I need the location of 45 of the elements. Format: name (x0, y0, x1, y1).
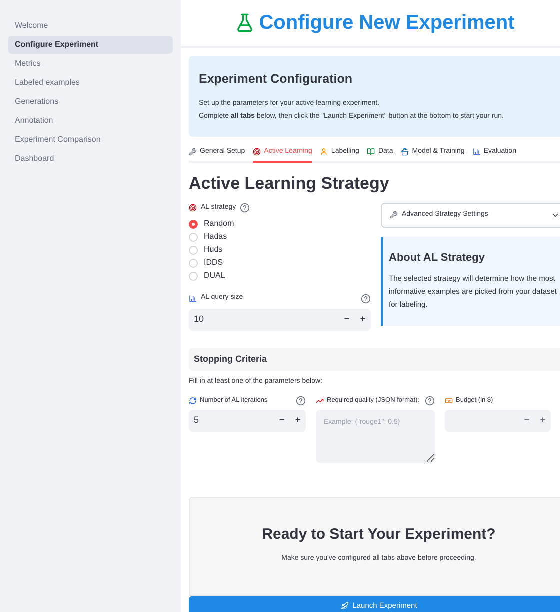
input-value: 10 (193, 313, 206, 326)
refresh-icon (189, 396, 197, 405)
trend-chart-icon (316, 396, 324, 405)
bar-chart-icon (472, 148, 481, 156)
radio-button[interactable] (189, 220, 198, 229)
book-icon (367, 148, 376, 156)
decrement-button[interactable]: − (339, 308, 355, 331)
help-icon[interactable] (240, 203, 250, 213)
number-input[interactable]: 10 − + (189, 308, 371, 331)
bar-chart-icon (189, 294, 197, 302)
radio-label: IDDS (204, 257, 224, 270)
sidebar-item[interactable]: Annotation (8, 112, 173, 130)
target-icon (253, 148, 262, 156)
sidebar-item[interactable]: Generations (8, 93, 173, 111)
ready-title: Ready to Start Your Experiment? (262, 524, 496, 545)
help-icon[interactable] (425, 396, 435, 406)
info-title: Experiment Configuration (199, 71, 354, 88)
pot-icon (401, 148, 410, 156)
radio-label: Random (204, 218, 234, 230)
decrement-button[interactable]: − (274, 410, 290, 432)
sidebar-item[interactable]: Experiment Comparison (8, 131, 173, 149)
page-title: Configure New Experiment (259, 11, 515, 36)
sidebar-item[interactable]: Metrics (8, 55, 173, 73)
input-value: 5 (193, 414, 200, 427)
radio-label: DUAL (204, 270, 226, 282)
money-icon (445, 396, 453, 405)
sidebar-item[interactable]: Configure Experiment (8, 36, 173, 54)
sidebar-item[interactable]: Dashboard (8, 150, 173, 168)
wrench-icon (189, 148, 197, 156)
sidebar-item[interactable]: Labeled examples (8, 74, 173, 92)
stopping-header: Stopping Criteria (189, 348, 560, 372)
help-icon[interactable] (361, 294, 371, 304)
radio-label: Hadas (204, 231, 228, 244)
sidebar-item[interactable]: Welcome (8, 17, 173, 35)
wrench-icon (390, 211, 398, 220)
increment-button[interactable]: + (290, 410, 306, 432)
person-icon (320, 148, 328, 156)
number-input[interactable]: 5 − + (189, 410, 306, 432)
about-title: About AL Strategy (389, 250, 486, 266)
help-icon[interactable] (296, 396, 306, 406)
section-heading: Active Learning Strategy (189, 173, 390, 196)
target-icon (189, 204, 197, 212)
radio-label: Huds (204, 244, 223, 256)
rocket-icon (340, 602, 349, 610)
increment-button[interactable]: + (355, 308, 371, 331)
